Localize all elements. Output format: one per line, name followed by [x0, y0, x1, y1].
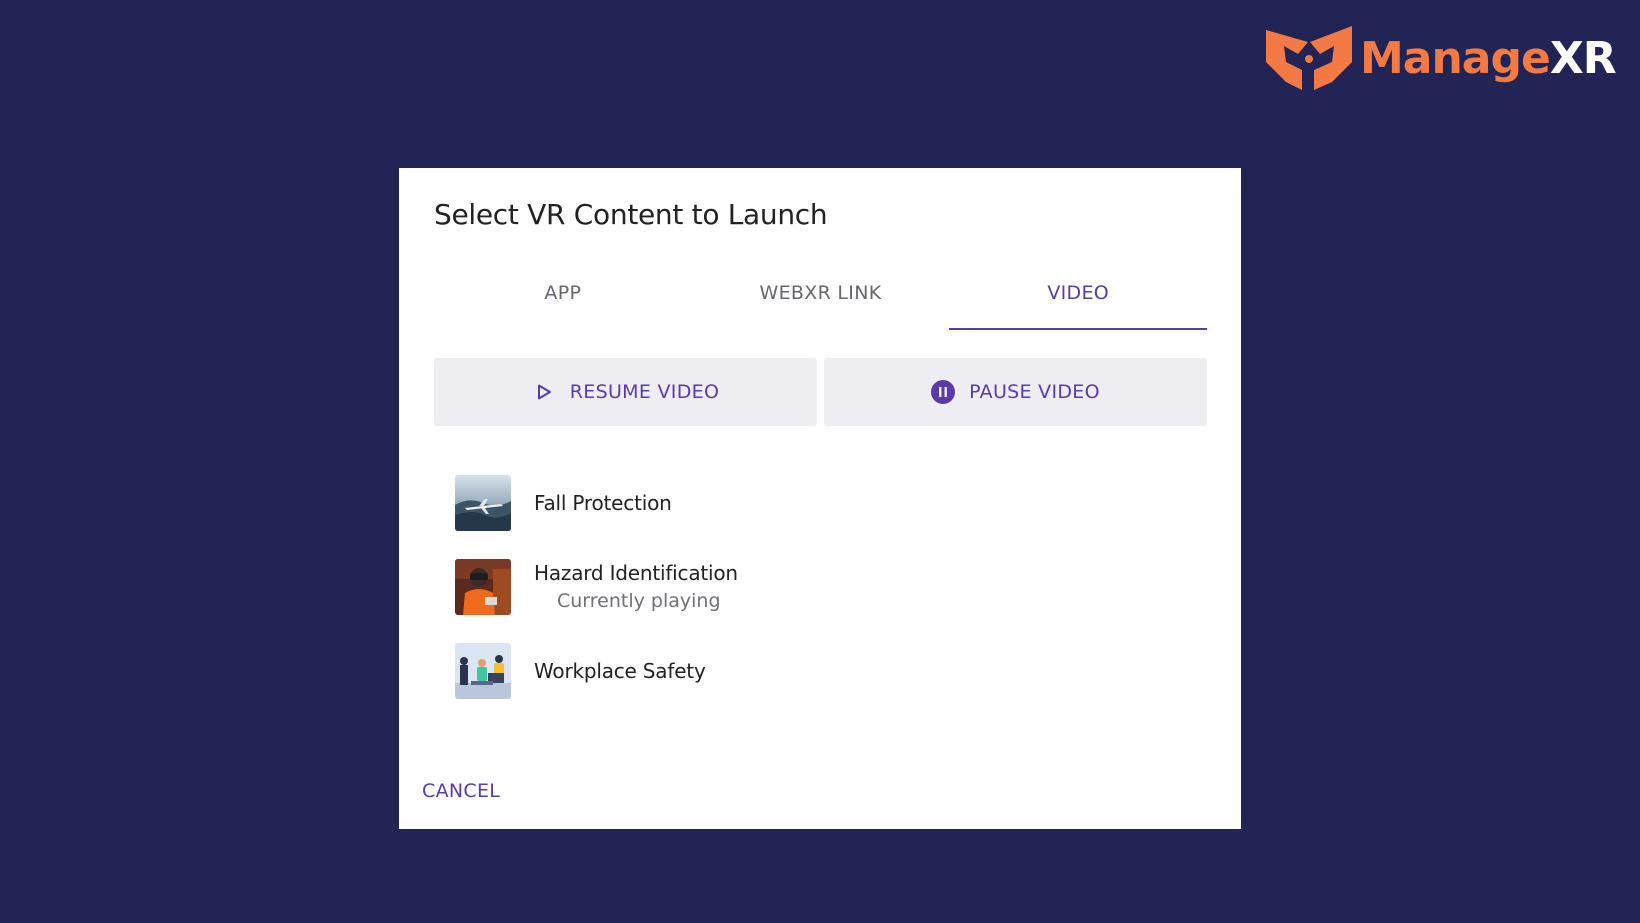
- launch-content-dialog: Select VR Content to Launch APP WEBXR LI…: [399, 168, 1241, 829]
- video-item-workplace-safety[interactable]: Workplace Safety: [455, 643, 706, 699]
- vr-headset-person-thumbnail: [455, 559, 511, 615]
- dialog-title: Select VR Content to Launch: [434, 198, 828, 231]
- wordmark-xr: XR: [1549, 33, 1617, 84]
- video-controls: RESUME VIDEO PAUSE VIDEO: [434, 358, 1207, 426]
- video-title: Hazard Identification: [534, 561, 738, 585]
- play-outline-icon: [532, 380, 556, 404]
- resume-video-button[interactable]: RESUME VIDEO: [434, 358, 817, 426]
- content-type-tabs: APP WEBXR LINK VIDEO: [434, 278, 1207, 330]
- airplane-thumbnail: [455, 475, 511, 531]
- video-item-hazard-identification[interactable]: Hazard Identification Currently playing: [455, 559, 738, 615]
- resume-video-label: RESUME VIDEO: [569, 381, 720, 403]
- tab-app[interactable]: APP: [434, 278, 692, 330]
- managexr-logo: ManageXR: [1264, 24, 1617, 94]
- pause-video-label: PAUSE VIDEO: [969, 381, 1100, 403]
- cancel-button[interactable]: CANCEL: [422, 780, 500, 802]
- pause-video-button[interactable]: PAUSE VIDEO: [824, 358, 1207, 426]
- tab-webxr-link[interactable]: WEBXR LINK: [692, 278, 950, 330]
- video-item-fall-protection[interactable]: Fall Protection: [455, 475, 672, 531]
- video-title: Workplace Safety: [534, 659, 706, 683]
- managexr-logo-mark: [1266, 26, 1352, 90]
- pause-circle-icon: [931, 380, 956, 404]
- video-title: Fall Protection: [534, 491, 672, 515]
- now-playing-status: Currently playing: [557, 590, 721, 612]
- managexr-wordmark: ManageXR: [1360, 37, 1617, 81]
- tab-video[interactable]: VIDEO: [949, 278, 1207, 330]
- office-workers-thumbnail: [455, 643, 511, 699]
- wordmark-manage: Manage: [1360, 33, 1551, 84]
